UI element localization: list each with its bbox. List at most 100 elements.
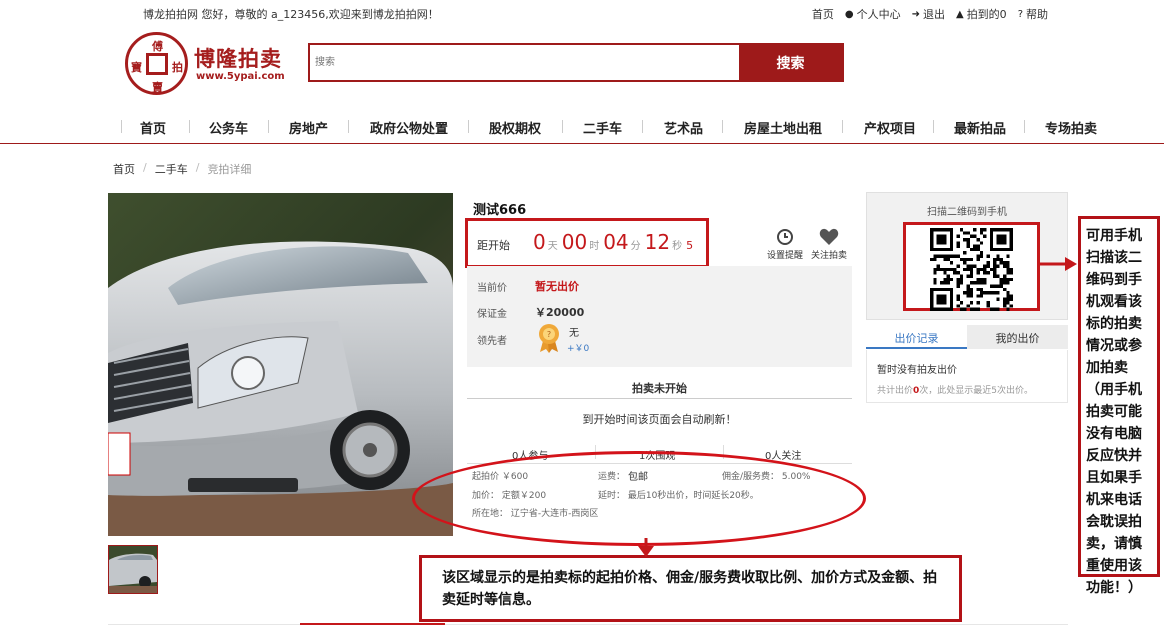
countdown-minutes: 04 (603, 230, 629, 254)
top-link-label: 拍到的0 (966, 8, 1007, 21)
top-link-home[interactable]: 首页 (812, 6, 834, 22)
auction-status: 拍卖未开始 (467, 375, 852, 399)
top-bar: 博龙拍拍网 您好，尊敬的 a_123456,欢迎来到博龙拍拍网！ 首页 ● 个人中… (0, 0, 1164, 26)
breadcrumb: 首页 / 二手车 / 竞拍详细 (113, 161, 251, 177)
search-input[interactable] (310, 45, 740, 80)
tab-bid-records[interactable]: 出价记录 (866, 325, 967, 349)
welcome-text: 博龙拍拍网 您好，尊敬的 a_123456,欢迎来到博龙拍拍网！ (143, 8, 439, 21)
deposit-value: ￥20000 (535, 306, 585, 319)
nav-divider (722, 120, 723, 133)
top-nav: 首页 ● 个人中心 ➜ 退出 ▲ 拍到的0 ? 帮助 (812, 6, 1048, 22)
nav-item-latest[interactable]: 最新拍品 (954, 118, 1006, 137)
breadcrumb-current: 竞拍详细 (207, 163, 252, 176)
nav-divider (189, 120, 190, 133)
nav-divider (121, 120, 122, 133)
nav-item-used-cars[interactable]: 二手车 (583, 118, 622, 137)
nav-item-equity[interactable]: 股权期权 (489, 118, 541, 137)
nav-divider (348, 120, 349, 133)
bid-summary-post: 次，此处显示最近5次出价。 (919, 386, 1034, 396)
countdown-digits: 0天 00 时 04 分 12 秒 5 (533, 230, 693, 254)
car-thumbnail[interactable] (108, 545, 158, 594)
details-annotation: 该区域显示的是拍卖标的起拍价格、佣金/服务费收取比例、加价方式及金额、拍卖延时等… (419, 555, 962, 622)
seal-char: 拍 (172, 61, 183, 74)
arrow-right-icon (1038, 257, 1077, 271)
breadcrumb-home[interactable]: 首页 (113, 161, 135, 177)
countdown-unit: 秒 (672, 241, 683, 252)
lot-title: 测试666 (473, 203, 527, 218)
countdown: 距开始 0天 00 时 04 分 12 秒 5 (465, 218, 709, 268)
nav-divider (468, 120, 469, 133)
countdown-days: 0 (533, 230, 546, 254)
logo-url: www.5ypai.com (196, 71, 285, 82)
search-bar: 搜索 (308, 43, 844, 82)
nav-divider (1024, 120, 1025, 133)
nav-item-real-estate[interactable]: 房地产 (289, 118, 328, 137)
footer-accent (300, 623, 445, 625)
clock-icon (777, 229, 793, 245)
seal-char: 賣 (152, 81, 163, 94)
breadcrumb-category[interactable]: 二手车 (155, 161, 188, 177)
main-nav: 首页 公务车 房地产 政府公物处置 股权期权 二手车 艺术品 房屋土地出租 产权… (0, 110, 1164, 144)
nav-item-rental[interactable]: 房屋土地出租 (744, 118, 822, 137)
bid-summary-pre: 共计出价 (877, 386, 914, 396)
nav-item-property-rights[interactable]: 产权项目 (864, 118, 916, 137)
logo-name: 博隆拍卖 (194, 47, 282, 71)
details-annotation-text: 该区域显示的是拍卖标的起拍价格、佣金/服务费收取比例、加价方式及金额、拍卖延时等… (442, 570, 938, 608)
qr-annotation-text: 可用手机扫描该二维码到手机观看该标的拍卖情况或参加拍卖（用手机拍卖可能没有电脑反… (1086, 228, 1142, 596)
nav-item-gov-assets[interactable]: 政府公物处置 (370, 118, 448, 137)
qr-caption: 扫描二维码到手机 (927, 207, 1007, 218)
follow-button[interactable]: 关注拍卖 (804, 228, 854, 261)
breadcrumb-sep: / (195, 161, 200, 174)
bid-summary: 共计出价0次，此处显示最近5次出价。 (877, 383, 1033, 396)
nav-divider (842, 120, 843, 133)
nav-divider (268, 120, 269, 133)
top-link-user-center[interactable]: ● 个人中心 (845, 6, 901, 22)
medal-icon: ? (539, 324, 559, 353)
countdown-unit: 时 (589, 241, 600, 252)
countdown-seconds: 12 (644, 230, 671, 254)
countdown-unit: 分 (630, 241, 641, 252)
qr-annotation: 可用手机扫描该二维码到手机观看该标的拍卖情况或参加拍卖（用手机拍卖可能没有电脑反… (1078, 216, 1160, 596)
top-link-won[interactable]: ▲ 拍到的0 (956, 6, 1007, 22)
set-reminder-label: 设置提醒 (766, 251, 803, 261)
annotation-ellipse (412, 451, 866, 546)
qr-highlight (903, 222, 1040, 311)
countdown-sub: 5 (686, 239, 694, 252)
trophy-icon: ▲ (955, 8, 964, 20)
price-info: 当前价 暂无出价 保证金 ￥20000 领先者 ? 无 +￥0 (467, 266, 852, 367)
nav-item-official-cars[interactable]: 公务车 (209, 118, 248, 137)
site-logo[interactable]: 傅 寶 拍 賣 博隆拍卖 www.5ypai.com (125, 30, 295, 96)
top-link-label: 帮助 (1026, 8, 1048, 21)
countdown-hours: 00 (561, 230, 588, 254)
logout-icon: ➜ (911, 8, 920, 20)
leader-bid: +￥0 (567, 344, 590, 354)
arrow-down-icon (638, 538, 654, 557)
bid-records: 暂时没有拍友出价 共计出价0次，此处显示最近5次出价。 (866, 350, 1068, 403)
nav-item-art[interactable]: 艺术品 (664, 118, 703, 137)
top-link-label: 退出 (922, 8, 945, 21)
top-link-logout[interactable]: ➜ 退出 (912, 6, 945, 22)
tab-my-bids[interactable]: 我的出价 (967, 325, 1068, 349)
qr-code-icon[interactable] (930, 228, 1013, 311)
nav-item-home[interactable]: 首页 (140, 118, 166, 137)
no-bids-text: 暂时没有拍友出价 (877, 365, 957, 376)
svg-text:?: ? (547, 330, 551, 339)
auto-refresh-notice: 到开始时间该页面会自动刷新！ (582, 413, 737, 426)
heart-icon (819, 228, 839, 245)
deposit-label: 保证金 (477, 309, 507, 320)
user-icon: ● (844, 8, 854, 20)
countdown-unit: 天 (547, 241, 558, 252)
current-price: 暂无出价 (535, 280, 579, 293)
nav-divider (933, 120, 934, 133)
logo-seal: 傅 寶 拍 賣 (125, 32, 188, 95)
bid-tabs: 出价记录 我的出价 (866, 325, 1068, 349)
top-link-label: 个人中心 (856, 8, 901, 21)
follow-label: 关注拍卖 (810, 251, 847, 261)
top-link-help[interactable]: ? 帮助 (1018, 6, 1048, 22)
nav-item-special[interactable]: 专场拍卖 (1045, 118, 1097, 137)
set-reminder-button[interactable]: 设置提醒 (760, 228, 810, 261)
current-price-label: 当前价 (477, 283, 507, 294)
search-button[interactable]: 搜索 (739, 45, 842, 80)
seal-square (146, 53, 168, 75)
car-photo (108, 193, 453, 536)
